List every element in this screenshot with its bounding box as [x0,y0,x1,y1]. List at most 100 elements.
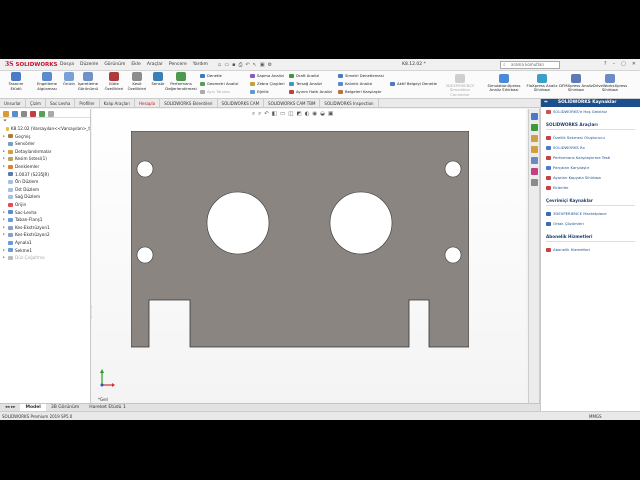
ribbon-button-1[interactable]: Engelleme Algılaması [36,72,58,91]
custom-properties-tab-icon[interactable] [530,179,538,186]
tree-item[interactable]: ▸ Kes-Ekstrüzyon1 [0,224,90,232]
minimize-icon[interactable]: – [613,61,616,67]
tab-6[interactable]: SOLIDWORKS Eklentileri [160,99,218,107]
tree-item[interactable]: ▸ Sac-Levha [0,209,90,217]
undo-icon[interactable]: ↶ [245,62,249,68]
resources-link[interactable]: SOLIDWORKS Rx [541,143,640,153]
view-settings-icon[interactable]: ▣ [328,111,333,118]
hide-show-icon[interactable]: ◐ [305,111,310,118]
ribbon-small-col3-2[interactable]: Ayırım Hattı Analizi [289,89,332,94]
new-icon[interactable]: ▫ [218,62,221,68]
tab-9[interactable]: SOLIDWORKS Inspection [320,99,379,107]
tree-item[interactable]: Ön Düzlem [0,178,90,186]
pin-icon[interactable]: ⇔ [544,99,548,107]
ribbon-button-4[interactable]: Kütle Özellikleri [103,72,125,91]
expand-toggle-icon[interactable]: ▸ [2,254,6,262]
bottom-tab-2[interactable]: Hareket Etüdü 1 [84,404,131,411]
tab-4[interactable]: Kalıp Araçları [100,99,135,107]
corner-hole-bottom-right[interactable] [444,246,462,264]
large-hole-left[interactable] [206,191,270,255]
ribbon-small-col1-0[interactable]: Denetle [200,73,222,78]
tab-3[interactable]: Profiller [75,99,100,107]
ribbon-button-3[interactable]: İşaretleme Görünümü [77,72,99,91]
ribbon-small-col4-0[interactable]: Simetri Denetlemesi [338,73,384,78]
ribbon-small-col2-0[interactable]: Sapma Analizi [250,73,284,78]
expand-toggle-icon[interactable]: ▸ [2,155,6,163]
resources-tab-icon[interactable] [530,124,538,131]
home-tab-icon[interactable] [530,113,538,120]
close-icon[interactable]: ✕ [632,61,636,67]
large-hole-right[interactable] [329,191,393,255]
menu-item-6[interactable]: Yardım [193,62,208,67]
tree-item[interactable]: Aynala1 [0,239,90,247]
corner-hole-top-right[interactable] [444,160,462,178]
menu-item-3[interactable]: Ekle [131,62,140,67]
tab-8[interactable]: SOLIDWORKS CAM TBM [264,99,321,107]
tab-nav-arrows-icon[interactable]: ◂◂ ▸▸ [0,404,20,411]
tab-7[interactable]: SOLIDWORKS CAM [218,99,265,107]
ribbon-small-col4-1[interactable]: Kalınlık Analizi [338,81,372,86]
tab-1[interactable]: Çizim [26,99,46,107]
ribbon-addin-button-4[interactable]: DriveWorksXpress Sihirbazı [590,74,630,93]
resources-link[interactable]: Ekleriler [541,183,640,193]
file-explorer-tab-icon[interactable] [530,146,538,153]
tree-item[interactable]: 1.0037 (S235JR) [0,171,90,179]
ribbon-small-col2-2[interactable]: Eğrilik [250,89,269,94]
ribbon-small-col1-1[interactable]: Geometri Analizi [200,81,238,86]
appearance-icon[interactable]: ◉ [312,111,317,118]
expand-arrow-icon[interactable] [48,111,54,117]
ribbon-addin-button-0[interactable]: 3DEXPERIENCE Simulation Connector [440,74,480,97]
tree-item[interactable]: K8.12.02 (Varsayılan<<Varsayılan>_t [0,125,90,133]
corner-hole-top-left[interactable] [136,160,154,178]
save-icon[interactable]: ▪ [232,62,235,68]
bottom-tab-1[interactable]: 3B Görünüm [46,404,84,411]
tree-item[interactable]: ▸ Kesim listesi(1) [0,155,90,163]
resources-link[interactable]: 3DEXPERIENCE Marketplace [541,209,640,219]
search-input[interactable]: ⌕ arama komutları [500,61,560,69]
menu-item-0[interactable]: Dosya [60,62,74,67]
help-icon[interactable]: ? [604,61,607,67]
zoom-area-icon[interactable]: ⌕ [258,111,261,118]
appearances-tab-icon[interactable] [530,168,538,175]
resources-link[interactable]: Ortak Çözümleri [541,219,640,229]
corner-hole-bottom-left[interactable] [136,246,154,264]
select-icon[interactable]: ↖ [253,62,257,68]
design-library-tab-icon[interactable] [530,135,538,142]
dimxpert-tab-icon[interactable] [30,111,36,117]
filter-icon[interactable]: ⏷ [0,118,90,125]
display-style-icon[interactable]: ◩ [296,111,301,118]
zoom-to-fit-icon[interactable]: ⌕ [252,111,255,118]
ribbon-small-col1-2[interactable]: Aynı Tanıma [200,89,230,94]
welcome-link[interactable]: SOLIDWORKS'e Hoş Geldiniz [541,107,640,117]
resources-link[interactable]: Parçaları Karşılaştır [541,163,640,173]
tree-item[interactable]: ▸ Detaylandırmalar [0,148,90,156]
open-icon[interactable]: ▭ [224,62,229,68]
plate-outline[interactable] [131,131,469,348]
tree-item[interactable]: Sensörler [0,140,90,148]
tab-5[interactable]: Hesapla [135,99,161,107]
tree-item[interactable]: Orijin [0,201,90,209]
resources-link[interactable]: Abonelik Hizmetleri [541,245,640,255]
menu-item-5[interactable]: Pencere [169,62,187,67]
tree-item[interactable]: Sağ Düzlem [0,193,90,201]
view-palette-tab-icon[interactable] [530,157,538,164]
graphics-area[interactable]: ⌕ ⌕ ↶ ◧ ▭ ◫ ◩ ◐ ◉ ◒ ▣ *Geri [92,109,526,402]
tab-0[interactable]: Unsurlar [0,99,26,107]
tree-item[interactable]: ▸ Sekme1 [0,247,90,255]
view-orientation-icon[interactable]: ◫ [288,111,293,118]
section-view-icon[interactable]: ◧ [272,111,277,118]
tree-item[interactable]: ▸ Geçmiş [0,133,90,141]
previous-view-icon[interactable]: ↶ [264,111,269,118]
menu-item-4[interactable]: Araçlar [147,62,163,67]
display-tab-icon[interactable] [39,111,45,117]
solidworks-logo[interactable]: 3S SOLIDWORKS [0,59,57,71]
expand-toggle-icon[interactable]: ▸ [2,231,6,239]
ribbon-small-col3-0[interactable]: Draft Analizi [289,73,319,78]
config-tab-icon[interactable] [21,111,27,117]
feature-tree-tab-icon[interactable] [3,111,9,117]
tree-item[interactable]: ▸ Düz-Çoğaltma [0,254,90,262]
resources-link[interactable]: Ayarları Kopyala Sihirbazı [541,173,640,183]
ribbon-small-col5-0[interactable]: Aktif Belgeyi Denetle [390,81,437,86]
options-icon[interactable]: ⚙ [268,62,272,68]
units-indicator[interactable]: MMGS [589,412,602,420]
